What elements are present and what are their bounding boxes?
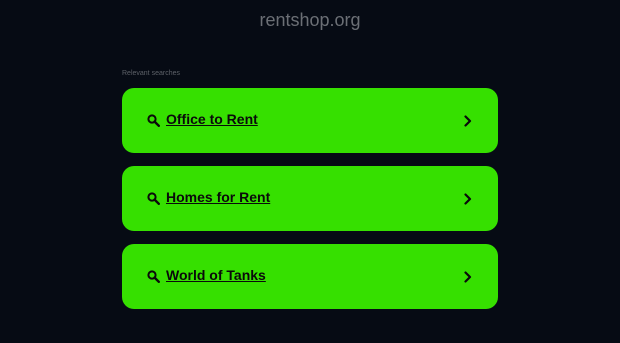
- search-icon: [147, 192, 160, 205]
- page: rentshop.org Relevant searches Office to…: [0, 0, 620, 343]
- domain-title: rentshop.org: [259, 10, 361, 30]
- search-icon: [147, 270, 160, 283]
- chevron-right-icon: [464, 193, 472, 205]
- search-result-label[interactable]: World of Tanks: [166, 267, 266, 283]
- chevron-right-icon: [464, 271, 472, 283]
- search-icon: [147, 114, 160, 127]
- search-result-label[interactable]: Office to Rent: [166, 111, 258, 127]
- search-result-label[interactable]: Homes for Rent: [166, 189, 270, 205]
- search-result-homes-for-rent[interactable]: Homes for Rent: [122, 166, 498, 231]
- relevant-searches-heading: Relevant searches: [122, 70, 180, 77]
- search-result-office-to-rent[interactable]: Office to Rent: [122, 88, 498, 153]
- chevron-right-icon: [464, 115, 472, 127]
- search-result-world-of-tanks[interactable]: World of Tanks: [122, 244, 498, 309]
- results-list: Office to Rent Homes for Rent World of T…: [122, 88, 498, 322]
